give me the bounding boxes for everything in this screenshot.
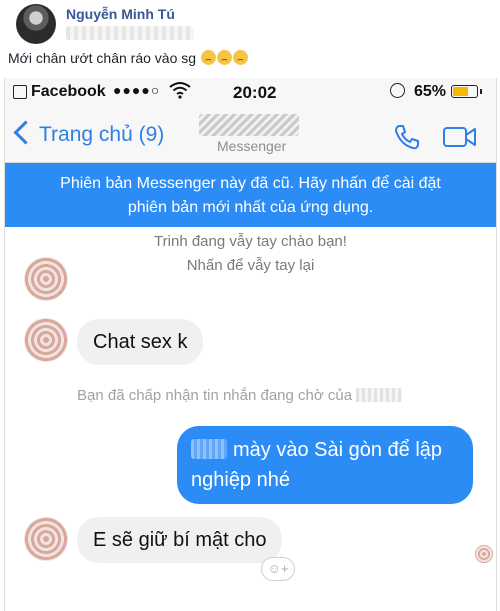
signal-dots: ●●●●○: [113, 82, 161, 98]
name-redacted: [191, 439, 227, 459]
wave-notice-text: Trinh đang vẫy tay chào bạn!: [154, 233, 347, 250]
accepted-request-text: Bạn đã chấp nhận tin nhắn đang chờ của: [77, 387, 353, 404]
status-time: 20:02: [233, 83, 277, 102]
contact-name-redacted: [356, 388, 403, 402]
rotation-lock-icon: [390, 83, 405, 98]
video-call-icon[interactable]: [442, 125, 478, 149]
accepted-request-notice: Bạn đã chấp nhận tin nhắn đang chờ của: [77, 387, 403, 404]
outgoing-message-line: nghiệp nhé: [191, 469, 290, 491]
wave-notice[interactable]: Trinh đang vẫy tay chào bạn! Nhấn để vẫy…: [5, 230, 496, 278]
sad-emoji-icon: [216, 50, 232, 65]
messenger-screenshot[interactable]: Facebook ●●●●○ 20:02 65% Trang chủ (9) M…: [4, 78, 497, 611]
contact-avatar[interactable]: [24, 318, 68, 362]
author-avatar[interactable]: [16, 4, 56, 44]
back-button[interactable]: Trang chủ (9): [39, 123, 164, 147]
outgoing-message-line: mày vào Sài gòn để lập: [191, 435, 459, 465]
contact-avatar[interactable]: [24, 517, 68, 561]
update-banner-line: Phiên bản Messenger này đã cũ. Hãy nhấn …: [60, 175, 441, 192]
post-caption-text: Mới chân ướt chân ráo vào sg: [8, 50, 197, 66]
author-name[interactable]: Nguyễn Minh Tú: [66, 6, 175, 22]
post-timestamp-redacted: [66, 26, 194, 40]
back-chevron-icon[interactable]: [13, 120, 38, 145]
wave-back-link[interactable]: Nhấn để vẫy tay lại: [5, 254, 496, 278]
post-header: Nguyễn Minh Tú: [8, 4, 492, 44]
battery-tip: [480, 89, 482, 94]
outgoing-message-text: mày vào Sài gòn để lập: [233, 439, 443, 461]
battery-icon: [451, 85, 478, 98]
seen-avatar-icon: [475, 545, 493, 563]
sad-emoji-icon: [200, 50, 216, 65]
contact-name-redacted[interactable]: [199, 114, 299, 136]
sad-emoji-icon: [232, 50, 248, 65]
nav-subtitle: Messenger: [217, 138, 287, 154]
incoming-message-bubble[interactable]: Chat sex k: [77, 319, 204, 365]
incoming-message-bubble[interactable]: E sẽ giữ bí mật cho: [77, 517, 283, 563]
phone-call-icon[interactable]: [393, 123, 421, 151]
update-banner-line: phiên bản mới nhất của ứng dụng.: [127, 199, 374, 216]
wifi-icon: [169, 82, 191, 99]
conversation-navbar: Trang chủ (9) Messenger: [5, 106, 496, 163]
battery-percent: 65%: [414, 83, 447, 100]
update-banner[interactable]: Phiên bản Messenger này đã cũ. Hãy nhấn …: [5, 163, 496, 227]
contact-avatar[interactable]: [24, 257, 68, 301]
status-bar: Facebook ●●●●○ 20:02 65%: [5, 78, 496, 106]
carrier-label: Facebook: [31, 83, 106, 100]
app-badge-icon: [13, 85, 27, 99]
battery-fill: [453, 87, 468, 96]
add-reaction-icon[interactable]: ☺+: [261, 557, 295, 581]
outgoing-message-bubble[interactable]: mày vào Sài gòn để lập nghiệp nhé: [177, 426, 473, 504]
post-caption: Mới chân ướt chân ráo vào sg: [8, 50, 248, 66]
